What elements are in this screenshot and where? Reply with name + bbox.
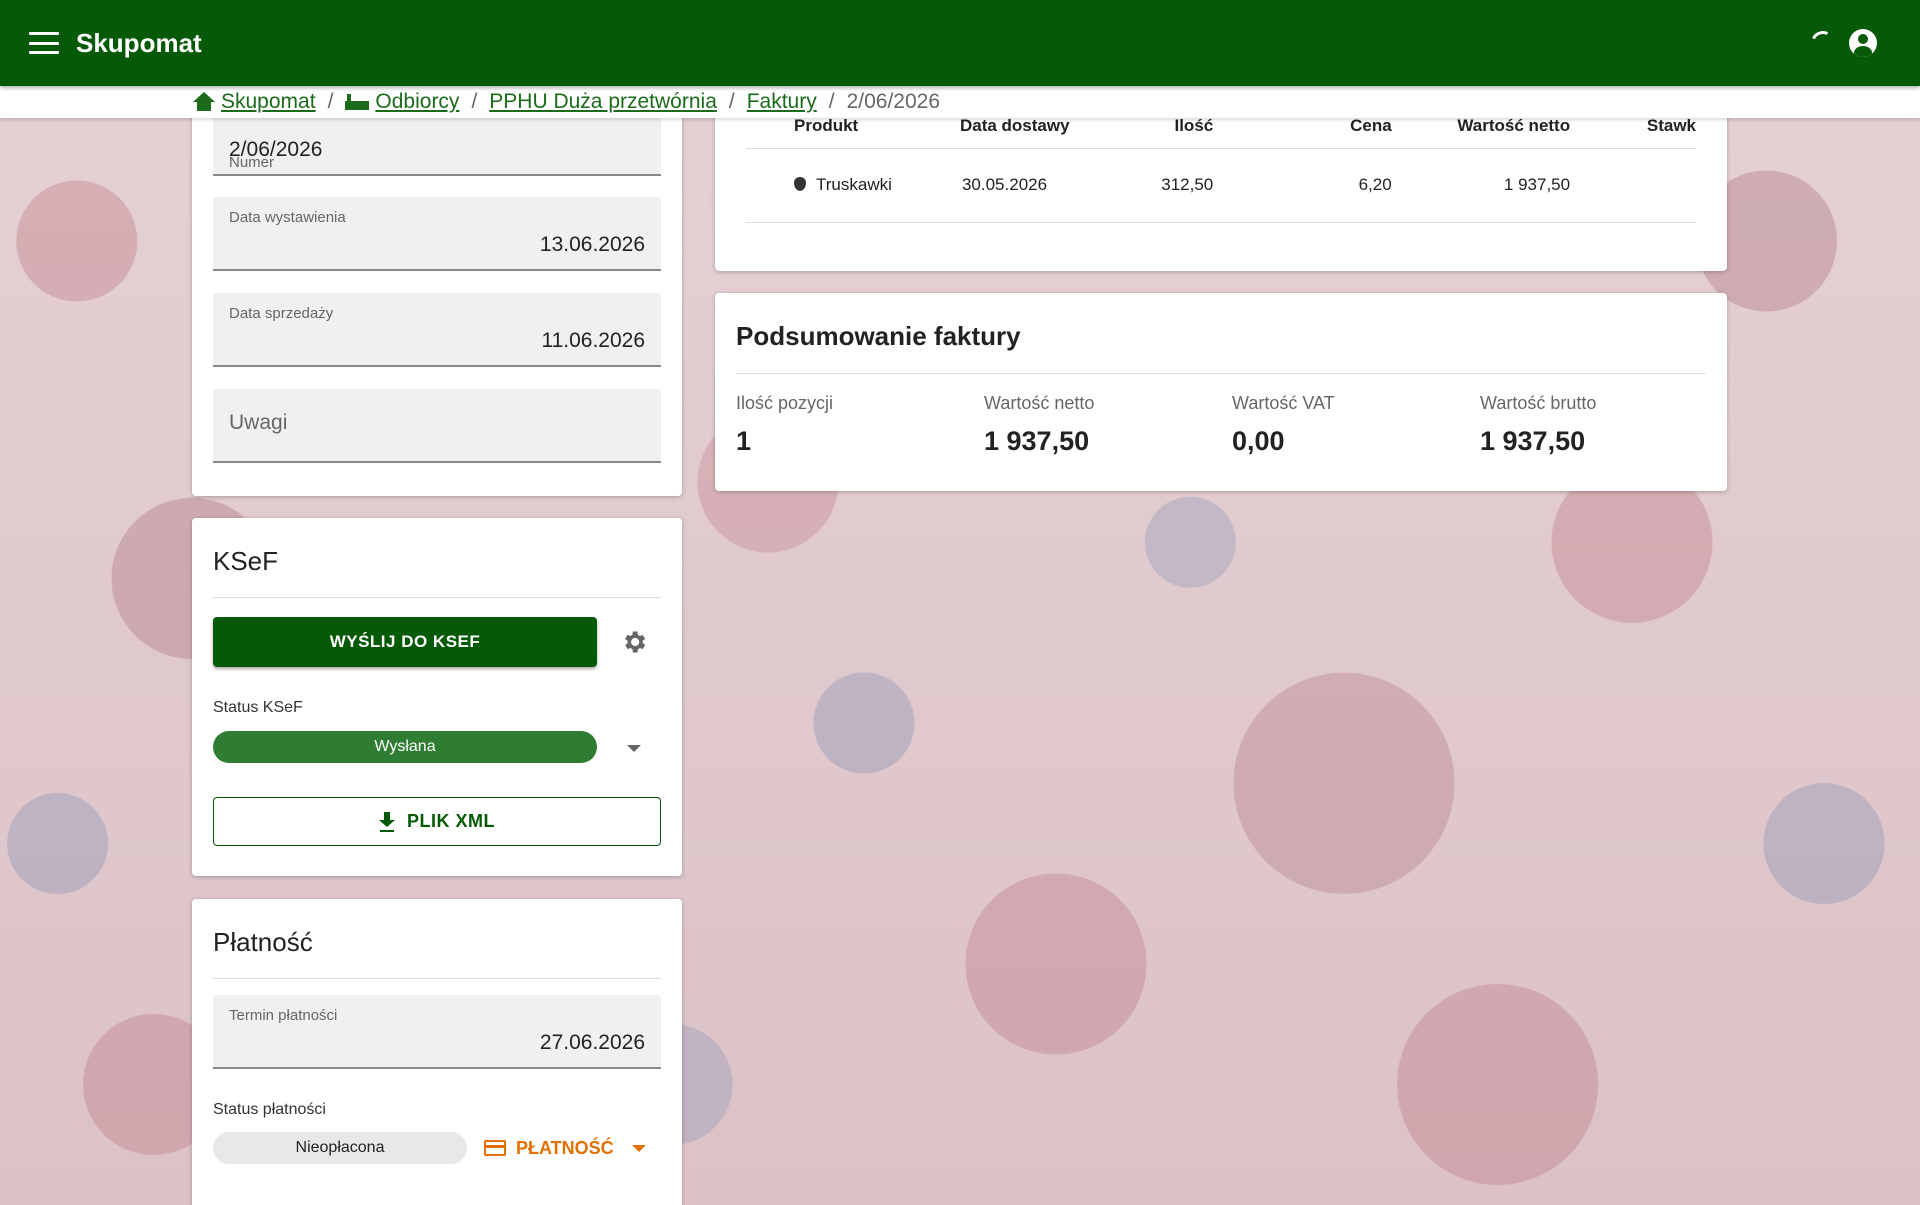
breadcrumb-recipient[interactable]: PPHU Duża przetwórnia (489, 90, 717, 114)
cell-data-dostawy: 30.05.2026 (941, 147, 1082, 223)
cell-produkt: Truskawki (746, 147, 942, 223)
loading-icon (1807, 27, 1839, 59)
items-table: Produkt Data dostawy Ilość Cena Wartość … (746, 104, 1696, 223)
breadcrumb-separator: / (327, 90, 334, 113)
xml-file-button[interactable]: PLIK XML (213, 797, 661, 846)
breadcrumb-odbiorcy[interactable]: Odbiorcy (345, 90, 459, 114)
data-wystawienia-field[interactable]: Data wystawienia 13.06.2026 (213, 197, 661, 271)
download-icon (379, 811, 395, 832)
vat-label: Wartość VAT (1232, 393, 1335, 413)
strawberry-icon (794, 177, 806, 191)
summary-title: Podsumowanie faktury (736, 321, 1021, 351)
cell-cena: 6,20 (1213, 147, 1392, 223)
cell-ilosc: 312,50 (1081, 147, 1214, 223)
net-label: Wartość netto (984, 393, 1095, 413)
cell-wartosc-netto: 1 937,50 (1391, 147, 1571, 223)
summary-gross: Wartość brutto 1 937,50 (1480, 393, 1596, 457)
ksef-card: KSeF WYŚLIJ DO KSEF Status KSeF Wysłana … (192, 518, 682, 876)
breadcrumb-current: 2/06/2026 (846, 90, 941, 113)
payment-status-label: Status płatności (213, 1101, 326, 1118)
table-row[interactable]: Truskawki 30.05.2026 312,50 6,20 1 937,5… (746, 147, 1696, 223)
termin-platnosci-field[interactable]: Termin płatności 27.06.2026 (213, 995, 661, 1069)
payment-divider (213, 978, 661, 979)
payment-card: Płatność Termin płatności 27.06.2026 Sta… (192, 899, 682, 1205)
uwagi-field[interactable]: Uwagi (213, 389, 661, 463)
net-value: 1 937,50 (984, 426, 1090, 456)
chevron-down-icon[interactable] (627, 745, 641, 752)
payment-status-chip[interactable]: Nieopłacona (213, 1132, 467, 1164)
menu-icon[interactable] (29, 32, 59, 54)
summary-net: Wartość netto 1 937,50 (984, 393, 1094, 457)
numer-value: 2/06/2026 (229, 138, 323, 161)
summary-card: Podsumowanie faktury Ilość pozycji 1 War… (715, 293, 1727, 491)
ksef-divider (213, 597, 661, 598)
data-wystawienia-label: Data wystawienia (229, 209, 346, 226)
item-count-value: 1 (736, 426, 752, 456)
data-wystawienia-value: 13.06.2026 (539, 233, 645, 256)
termin-platnosci-value: 27.06.2026 (539, 1031, 645, 1054)
breadcrumb-separator: / (728, 90, 735, 113)
breadcrumb-faktury[interactable]: Faktury (747, 90, 817, 114)
payment-button[interactable]: PŁATNOŚĆ (484, 1130, 646, 1166)
account-icon[interactable] (1849, 29, 1877, 57)
app-bar: Skupomat (0, 0, 1920, 86)
ksef-status-label: Status KSeF (213, 699, 303, 716)
ksef-title: KSeF (213, 546, 279, 576)
xml-file-label: PLIK XML (407, 811, 495, 831)
data-sprzedazy-field[interactable]: Data sprzedaży 11.06.2026 (213, 293, 661, 367)
data-sprzedazy-label: Data sprzedaży (229, 305, 334, 322)
home-icon (193, 92, 215, 112)
summary-divider (736, 373, 1706, 374)
payment-button-label: PŁATNOŚĆ (516, 1137, 614, 1158)
send-to-ksef-button[interactable]: WYŚLIJ DO KSEF (213, 617, 597, 667)
uwagi-placeholder: Uwagi (229, 411, 288, 434)
factory-icon (345, 94, 370, 110)
cell-stawka (1570, 147, 1696, 223)
breadcrumb-separator: / (828, 90, 835, 113)
vat-value: 0,00 (1232, 426, 1285, 456)
gross-value: 1 937,50 (1480, 426, 1586, 456)
breadcrumb-separator: / (471, 90, 478, 113)
payment-title: Płatność (213, 927, 313, 957)
gross-label: Wartość brutto (1480, 393, 1597, 413)
chevron-down-icon[interactable] (631, 1144, 646, 1152)
breadcrumb: Skupomat / Odbiorcy / PPHU Duża przetwór… (0, 86, 1920, 118)
cell-produkt-text: Truskawki (816, 175, 892, 194)
credit-card-icon (484, 1140, 506, 1156)
breadcrumb-home[interactable]: Skupomat (193, 90, 316, 114)
data-sprzedazy-value: 11.06.2026 (541, 329, 645, 352)
summary-vat: Wartość VAT 0,00 (1232, 393, 1335, 457)
termin-platnosci-label: Termin płatności (229, 1007, 338, 1024)
item-count-label: Ilość pozycji (736, 393, 834, 413)
gear-icon[interactable] (620, 628, 648, 656)
ksef-status-chip[interactable]: Wysłana (213, 731, 597, 763)
summary-item-count: Ilość pozycji 1 (736, 393, 833, 457)
app-title: Skupomat (76, 27, 202, 58)
